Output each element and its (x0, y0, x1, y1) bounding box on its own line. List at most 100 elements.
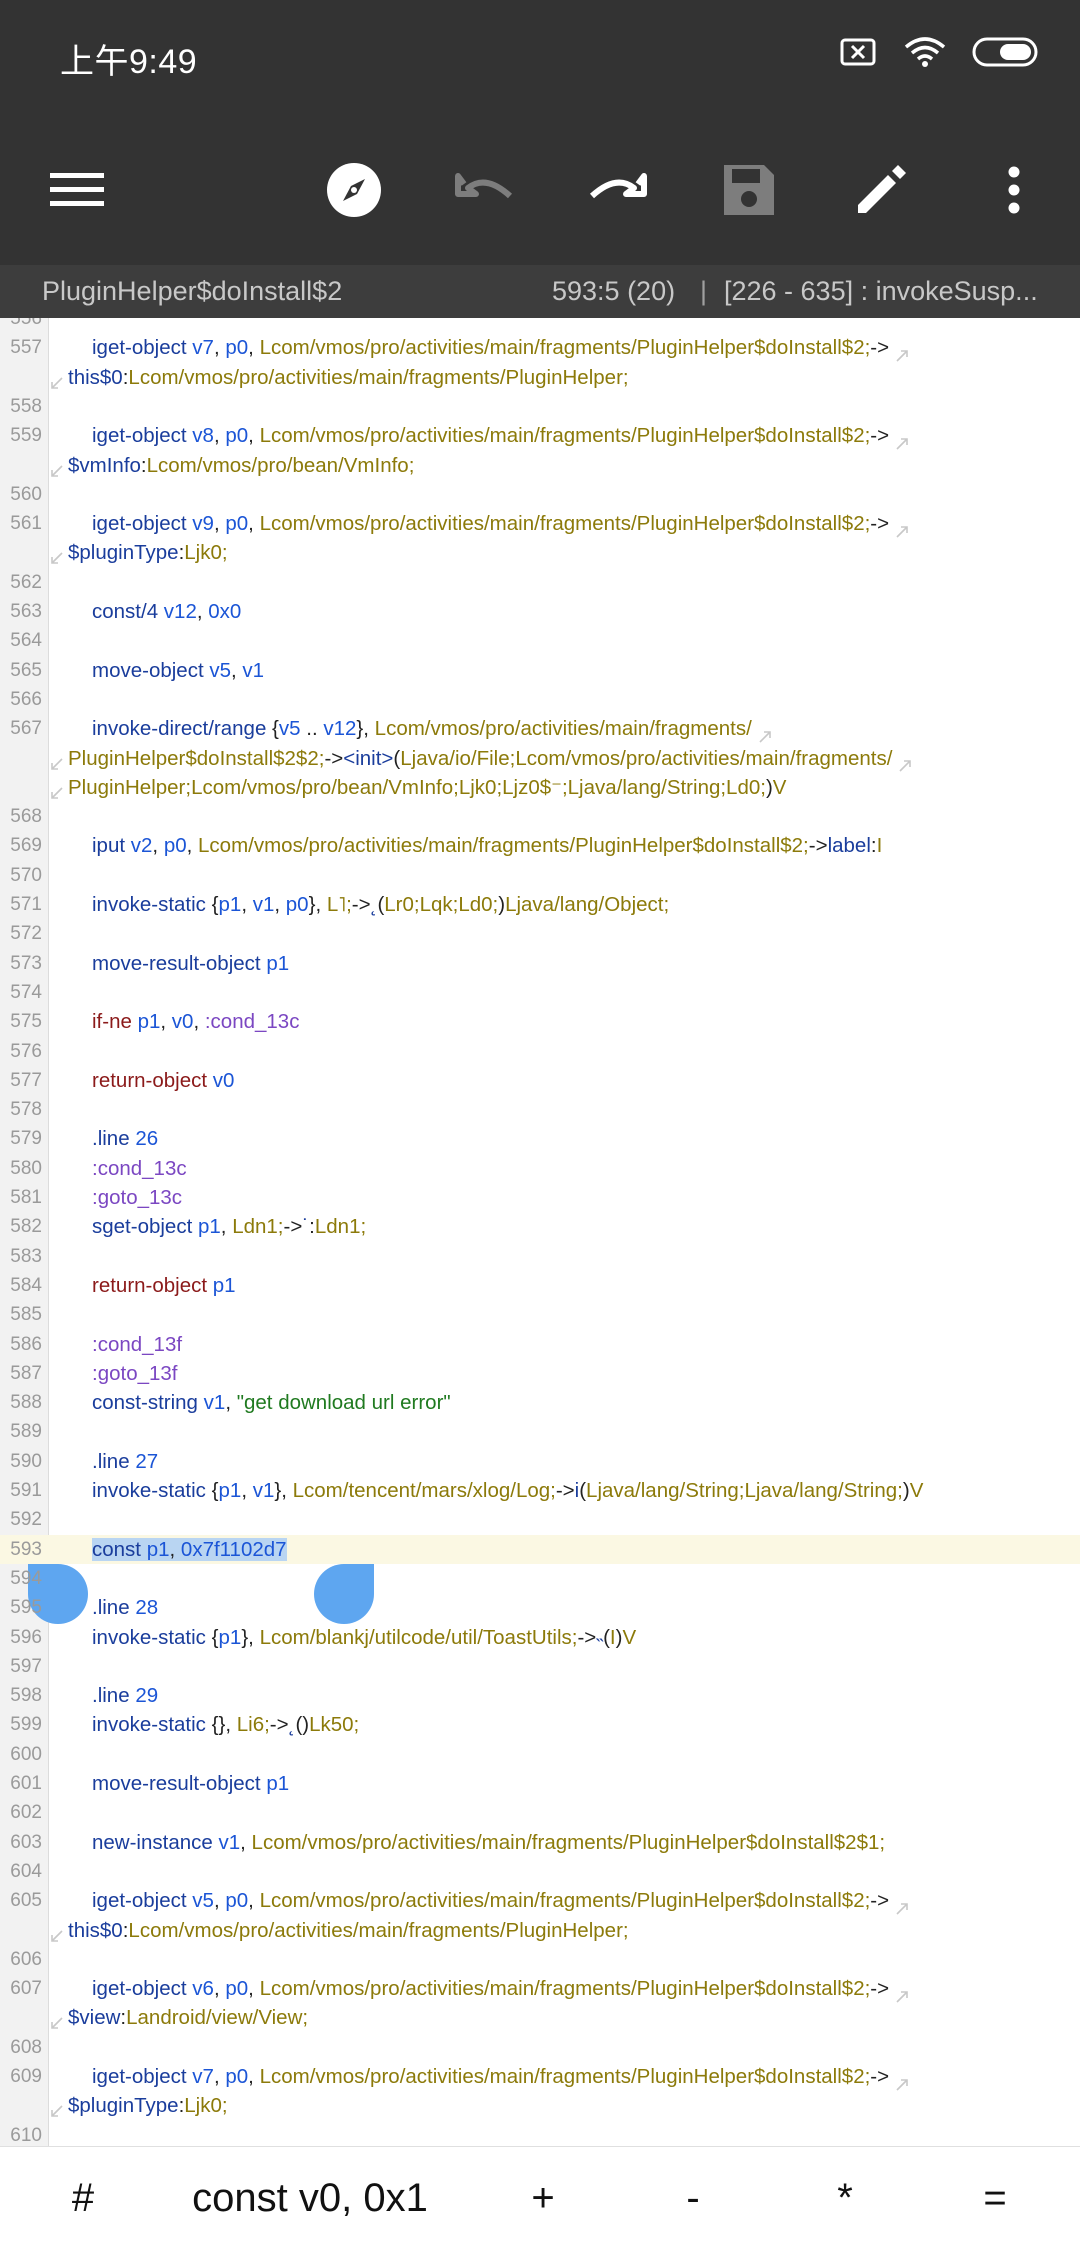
code-token: v1 (218, 1830, 241, 1854)
code-text: move-result-object p1 (92, 1769, 289, 1798)
code-token: Lcom/vmos/pro/activities/main/fragments/… (259, 1977, 871, 2001)
code-line: 600 (0, 1740, 1080, 1769)
menu-icon[interactable] (42, 155, 112, 225)
code-text: const/4 v12, 0x0 (92, 597, 241, 626)
code-token: iget-object (92, 1977, 193, 2001)
code-token: p0 (225, 512, 249, 536)
line-number: 572 (10, 923, 42, 945)
code-line: 604 (0, 1857, 1080, 1886)
undo-icon[interactable] (450, 155, 520, 225)
code-token: -> (870, 336, 890, 360)
code-line: 609 iget-object v7, p0, Lcom/vmos/pro/act… (0, 2062, 1080, 2091)
shortcut-plus-button[interactable]: + (510, 2147, 576, 2249)
code-token: p0 (225, 1889, 249, 1913)
code-line: 568 (0, 802, 1080, 831)
method-range[interactable]: [226 - 635] : invokeSusp... (724, 276, 1054, 307)
line-number: 566 (10, 688, 42, 710)
line-number: 607 (10, 1978, 42, 2000)
code-line: 588 const-string v1, "get download url er… (0, 1388, 1080, 1417)
line-number: 561 (10, 513, 42, 535)
code-token: $pluginType (68, 2094, 179, 2118)
code-line: 577 return-object v0 (0, 1066, 1080, 1095)
line-number: 610 (10, 2124, 42, 2146)
wrap-continue-icon (50, 2009, 64, 2030)
code-token: invoke-static (92, 1479, 212, 1502)
code-text: iget-object v7, p0, Lcom/vmos/pro/activi… (92, 333, 909, 362)
code-text: iget-object v8, p0, Lcom/vmos/pro/activi… (92, 421, 909, 450)
code-token: , (213, 1889, 226, 1913)
code-line: 607 iget-object v6, p0, Lcom/vmos/pro/act… (0, 1974, 1080, 2003)
code-token: Ljk0; (184, 541, 228, 565)
code-line: 558 (0, 392, 1080, 421)
code-token: v6 (192, 1977, 214, 2001)
code-line: 560 (0, 480, 1080, 509)
code-token: , (160, 1010, 172, 1034)
line-number: 600 (10, 1743, 42, 1765)
code-token: v0 (212, 1068, 235, 1092)
code-token: v2 (130, 834, 153, 858)
wrap-arrow-icon (898, 752, 912, 772)
compass-icon[interactable] (319, 155, 389, 225)
code-line: 580 :cond_13c (0, 1154, 1080, 1183)
edit-icon[interactable] (846, 155, 916, 225)
shortcut-multiply-button[interactable]: * (812, 2147, 878, 2249)
line-number: 597 (10, 1655, 42, 1677)
more-vert-icon[interactable] (979, 155, 1049, 225)
code-token: invoke-direct/range (92, 717, 273, 741)
code-token: p1 (197, 1215, 221, 1239)
line-number: 578 (10, 1099, 42, 1121)
code-line: 571 invoke-static {p1, v1, p0}, L˥;->˛(Lr… (0, 890, 1080, 919)
code-token: { (272, 717, 279, 741)
sim-missing-icon (840, 37, 878, 72)
code-token: this$0 (68, 365, 123, 389)
save-icon[interactable] (714, 155, 784, 225)
code-line: 559 iget-object v8, p0, Lcom/vmos/pro/act… (0, 421, 1080, 450)
code-editor[interactable]: 556 557 iget-object v7, p0, Lcom/vmos/pro/… (0, 318, 1080, 2146)
shortcut-minus-button[interactable]: - (660, 2147, 726, 2249)
code-text: :cond_13c (92, 1154, 187, 1183)
code-line: 561 iget-object v9, p0, Lcom/vmos/pro/act… (0, 509, 1080, 538)
line-number: 573 (10, 952, 42, 974)
code-token: iget-object (92, 336, 193, 360)
redo-icon[interactable] (582, 155, 652, 225)
code-text: $pluginType:Ljk0; (68, 538, 228, 567)
line-number: 593 (10, 1538, 42, 1560)
code-token: Lcom/vmos/pro/activities/main/fragments/… (259, 424, 871, 448)
wrap-arrow-icon (895, 1895, 909, 1915)
code-line: 591 invoke-static {p1, v1}, Lcom/tencent/… (0, 1476, 1080, 1505)
line-number: 576 (10, 1040, 42, 1062)
line-number: 565 (10, 659, 42, 681)
code-text: invoke-static {p1, v1}, Lcom/tencent/mar… (92, 1476, 923, 1505)
status-icons (840, 36, 1040, 73)
shortcut-snippet-button[interactable]: const v0, 0x1 (160, 2147, 460, 2249)
code-token: -> (808, 834, 828, 858)
code-text: :goto_13f (92, 1359, 178, 1388)
shortcut-hash-button[interactable]: # (50, 2147, 116, 2249)
shortcut-equals-button[interactable]: = (962, 2147, 1028, 2249)
code-text: return-object v0 (92, 1066, 234, 1095)
code-text: .line 28 (92, 1593, 158, 1622)
code-token: , (152, 834, 164, 858)
wrap-continue-icon (50, 369, 64, 389)
line-number: 588 (10, 1392, 42, 1414)
code-line: 603 new-instance v1, Lcom/vmos/pro/activi… (0, 1828, 1080, 1857)
code-token: -> (870, 1977, 890, 2001)
code-text: $view:Landroid/view/View; (68, 2003, 308, 2032)
wrap-arrow-icon (895, 342, 909, 362)
code-token: p1 (218, 1479, 242, 1502)
code-token: invoke-static (92, 1625, 212, 1649)
code-token: V (622, 1625, 637, 1649)
line-number: 562 (10, 571, 42, 593)
line-number: 580 (10, 1157, 42, 1179)
code-token: , (213, 424, 226, 448)
code-line: 578 (0, 1095, 1080, 1124)
code-token: , (248, 424, 260, 448)
code-text: PluginHelper$doInstall$2$2;-><init>(Ljav… (68, 744, 912, 773)
line-number: 564 (10, 630, 42, 652)
code-text: $vmInfo:Lcom/vmos/pro/bean/VmInfo; (68, 451, 414, 480)
code-text: iget-object v9, p0, Lcom/vmos/pro/activi… (92, 509, 909, 538)
code-token: move-object (92, 658, 210, 682)
code-text: return-object p1 (92, 1271, 236, 1300)
line-number: 586 (10, 1333, 42, 1355)
code-line: 572 (0, 919, 1080, 948)
